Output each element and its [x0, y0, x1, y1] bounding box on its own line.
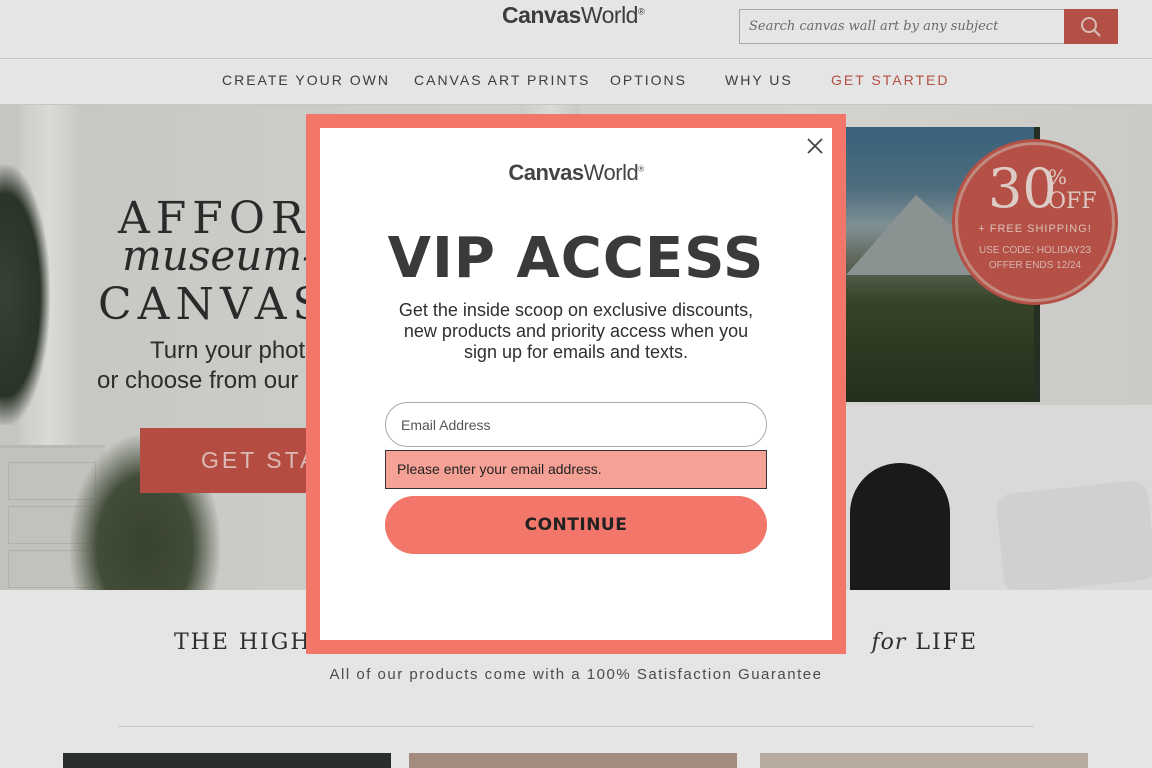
continue-button[interactable]: CONTINUE — [385, 496, 767, 554]
modal-description: Get the inside scoop on exclusive discou… — [398, 300, 754, 362]
close-icon — [807, 138, 823, 154]
email-error-message: Please enter your email address. — [385, 450, 767, 489]
modal-logo-light: World — [583, 160, 639, 185]
email-field[interactable] — [385, 402, 767, 447]
modal-logo: CanvasWorld® — [320, 160, 832, 186]
modal-logo-bold: Canvas — [508, 160, 584, 185]
modal-close-button[interactable] — [804, 135, 826, 157]
modal-title: VIP ACCESS — [387, 226, 765, 291]
modal-logo-registered-mark: ® — [638, 164, 644, 174]
vip-signup-modal: CanvasWorld® VIP ACCESS Get the inside s… — [320, 128, 832, 640]
